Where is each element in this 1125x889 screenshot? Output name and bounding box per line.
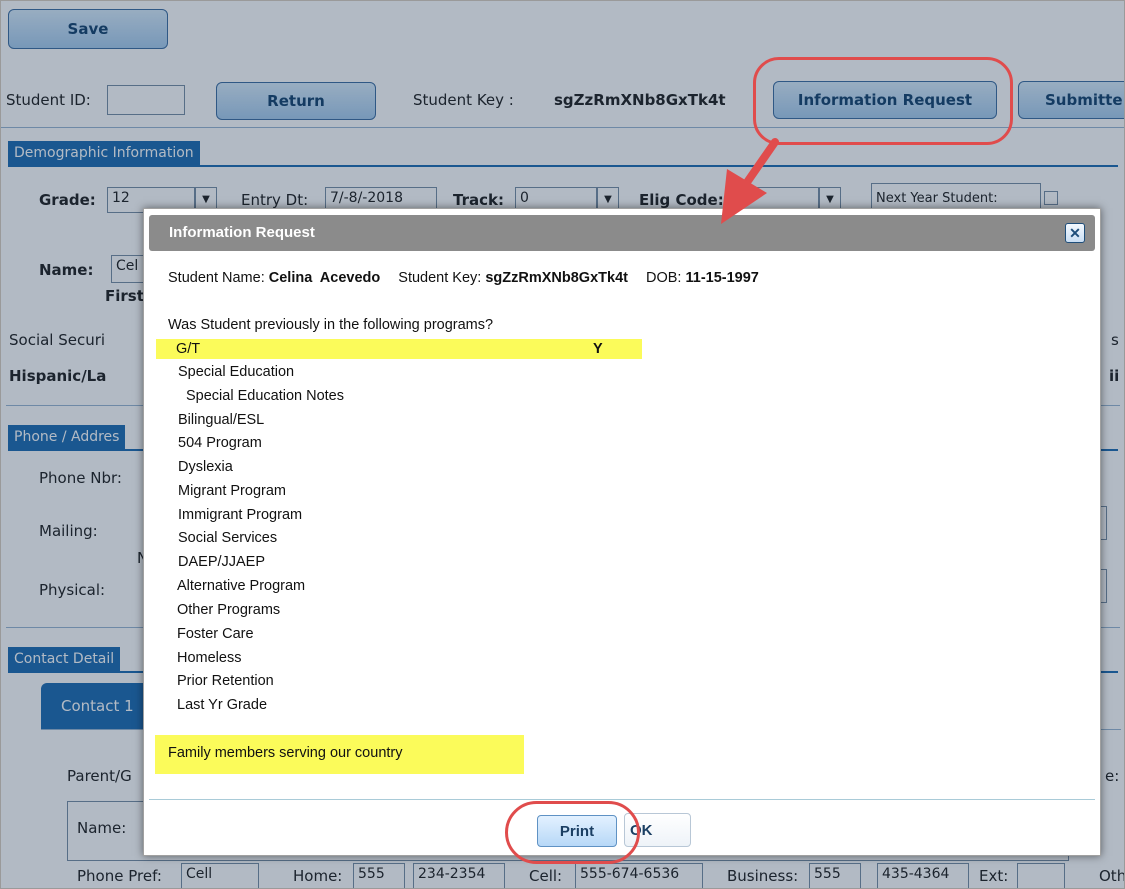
program-homeless: Homeless xyxy=(177,650,242,666)
student-name-label: Student Name: xyxy=(168,270,265,286)
gt-row-highlight xyxy=(156,339,642,359)
program-other: Other Programs xyxy=(177,602,281,618)
program-special-education: Special Education xyxy=(178,364,295,380)
dialog-footer-divider xyxy=(149,799,1095,800)
dialog-student-key-label: Student Key: xyxy=(398,270,482,286)
program-prior-retention: Prior Retention xyxy=(177,673,274,689)
print-callout-ring xyxy=(505,801,640,864)
program-gt: G/T xyxy=(176,341,201,357)
program-last-yr-grade: Last Yr Grade xyxy=(177,697,268,713)
program-social-services: Social Services xyxy=(178,530,278,546)
program-special-education-notes: Special Education Notes xyxy=(186,388,344,404)
close-icon[interactable]: ✕ xyxy=(1065,223,1085,243)
app-frame: Save Student ID: Return Student Key : sg… xyxy=(0,0,1125,889)
information-request-callout-ring xyxy=(753,57,1013,145)
dob-value: 11-15-1997 xyxy=(685,270,759,286)
program-immigrant: Immigrant Program xyxy=(178,507,303,523)
dialog-title-bar: Information Request ✕ xyxy=(149,215,1095,251)
dialog-student-key-value: sgZzRmXNb8GxTk4t xyxy=(485,270,628,286)
programs-question: Was Student previously in the following … xyxy=(168,317,494,333)
program-daep-jjaep: DAEP/JJAEP xyxy=(178,554,266,570)
information-request-dialog: Information Request ✕ Student Name: Celi… xyxy=(143,208,1101,856)
program-foster-care: Foster Care xyxy=(177,626,254,642)
dob-label: DOB: xyxy=(646,270,682,286)
program-gt-value: Y xyxy=(593,341,603,357)
program-bilingual-esl: Bilingual/ESL xyxy=(178,412,265,428)
family-members-note: Family members serving our country xyxy=(168,745,403,761)
dialog-title: Information Request xyxy=(169,224,315,241)
student-name-value: Celina Acevedo xyxy=(268,270,381,286)
program-504: 504 Program xyxy=(178,435,262,451)
program-dyslexia: Dyslexia xyxy=(178,459,233,475)
program-migrant: Migrant Program xyxy=(178,483,286,499)
program-alternative: Alternative Program xyxy=(177,578,306,594)
student-info-line: Student Name: Celina Acevedo Student Key… xyxy=(168,270,759,286)
